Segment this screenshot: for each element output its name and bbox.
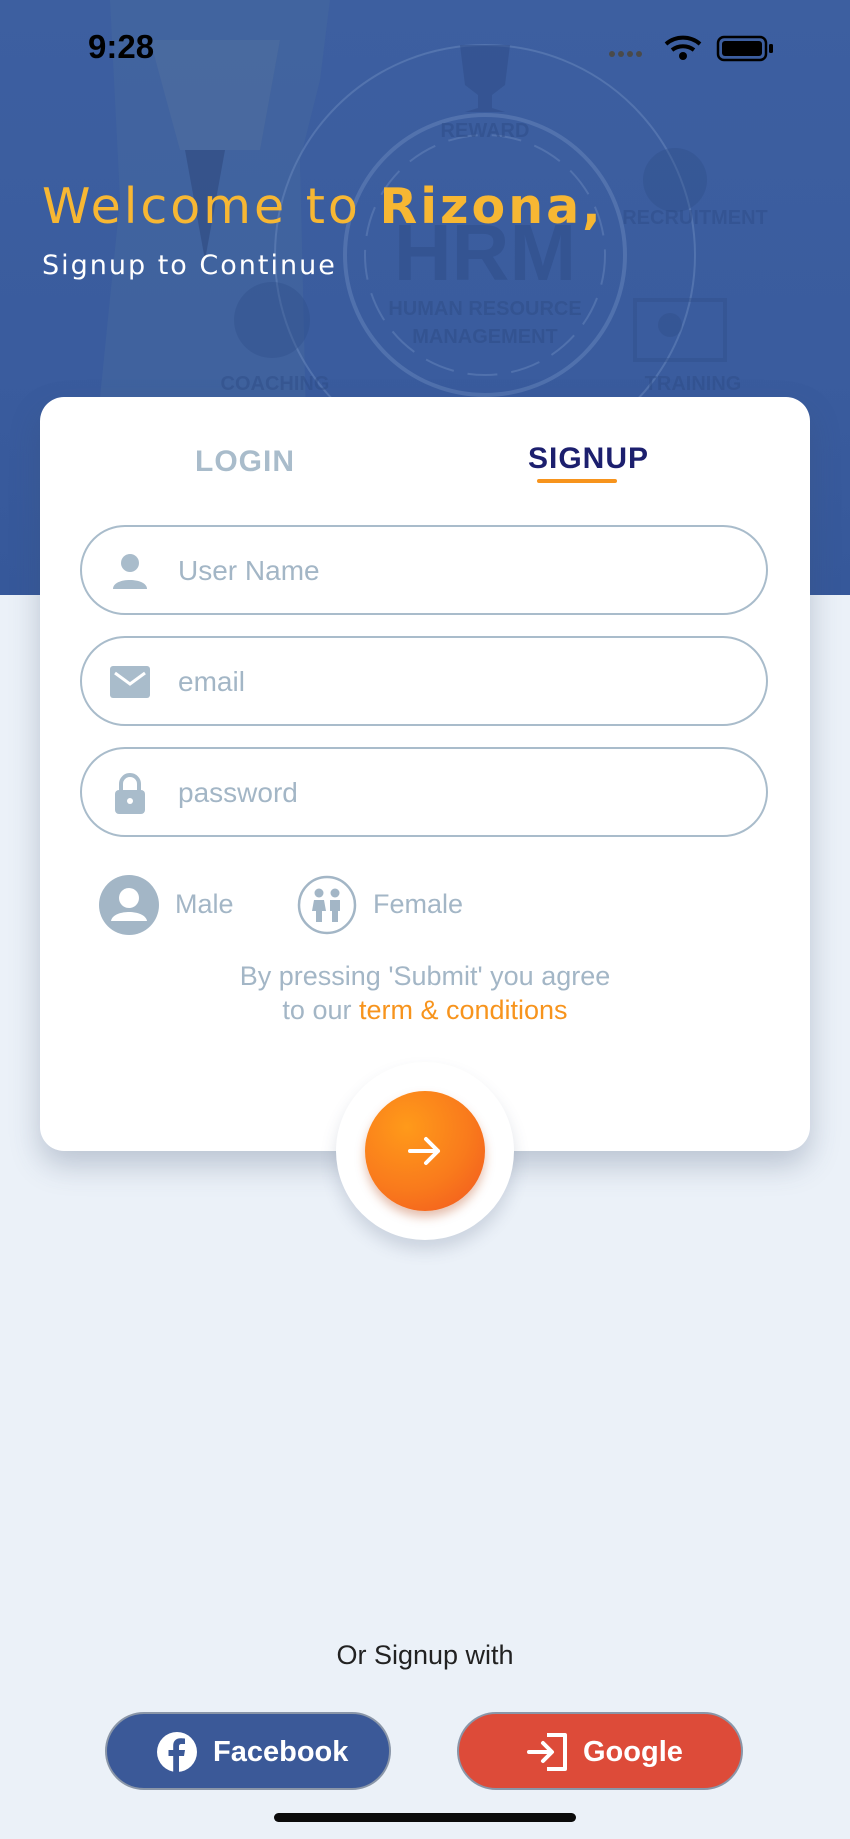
tab-login[interactable]: LOGIN <box>195 445 295 479</box>
male-avatar-icon <box>99 875 159 935</box>
signal-icon <box>609 51 642 57</box>
lock-icon <box>115 773 145 814</box>
terms-line-1: By pressing 'Submit' you agree <box>239 961 611 991</box>
facebook-icon <box>157 1732 197 1772</box>
terms-prefix: to our <box>282 995 359 1025</box>
active-tab-indicator <box>537 479 617 483</box>
terms-text: By pressing 'Submit' you agree to our te… <box>40 959 810 1027</box>
email-input[interactable] <box>176 638 740 726</box>
facebook-label: Facebook <box>213 1736 349 1768</box>
facebook-button[interactable]: Facebook <box>105 1712 391 1790</box>
home-indicator <box>274 1813 576 1822</box>
arrow-right-icon <box>408 1137 440 1165</box>
wifi-icon <box>664 35 702 60</box>
gender-option-male[interactable]: Male <box>99 875 259 935</box>
svg-text:COACHING: COACHING <box>221 373 330 395</box>
tab-signup[interactable]: SIGNUP <box>528 442 649 476</box>
gender-label-male: Male <box>175 889 234 919</box>
welcome-prefix: Welcome to <box>42 178 380 235</box>
submit-button[interactable] <box>365 1091 485 1211</box>
submit-button-ring <box>336 1062 514 1240</box>
brand-name: Rizona, <box>379 178 604 235</box>
status-icons <box>608 32 798 67</box>
welcome-title: Welcome to Rizona, <box>42 178 604 235</box>
google-button[interactable]: Google <box>457 1712 743 1790</box>
svg-text:RECRUITMENT: RECRUITMENT <box>622 207 768 229</box>
female-couple-icon <box>297 875 357 935</box>
gender-option-female[interactable]: Female <box>297 875 477 935</box>
sign-in-icon <box>527 1733 567 1771</box>
terms-link[interactable]: term & conditions <box>359 995 568 1025</box>
signup-card: LOGIN SIGNUP Male <box>40 397 810 1151</box>
svg-text:HUMAN RESOURCE: HUMAN RESOURCE <box>388 298 581 320</box>
status-time: 9:28 <box>88 28 155 65</box>
username-field[interactable] <box>80 525 768 615</box>
username-input[interactable] <box>176 527 740 615</box>
person-icon <box>113 554 147 589</box>
password-input[interactable] <box>176 749 740 837</box>
battery-icon <box>716 35 773 62</box>
svg-text:MANAGEMENT: MANAGEMENT <box>412 326 558 348</box>
google-label: Google <box>583 1736 683 1768</box>
svg-text:REWARD: REWARD <box>441 120 530 142</box>
password-field[interactable] <box>80 747 768 837</box>
mail-icon <box>110 666 150 698</box>
gender-label-female: Female <box>373 889 464 919</box>
svg-text:TRAINING: TRAINING <box>645 373 742 395</box>
terms-line-2: to our term & conditions <box>40 993 810 1027</box>
welcome-subtitle: Signup to Continue <box>42 250 337 281</box>
email-field[interactable] <box>80 636 768 726</box>
social-heading: Or Signup with <box>336 1640 514 1670</box>
